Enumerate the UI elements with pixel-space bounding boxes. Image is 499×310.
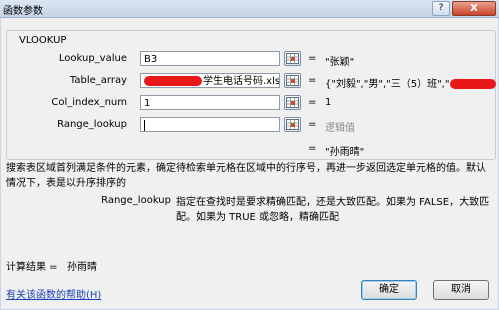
overall-result-value: "孙雨晴" [325, 147, 365, 158]
text-cursor [144, 119, 145, 131]
range-select-button-range-lookup[interactable] [284, 117, 301, 132]
overall-equals-sign: = [308, 143, 317, 154]
redaction-mark [450, 79, 497, 89]
range-select-icon [286, 119, 299, 130]
table-array-input[interactable]: 学生电话号码.xls [140, 73, 280, 88]
calc-result-label: 计算结果 = [6, 262, 58, 273]
table-array-result: {"刘毅","男","三（5）班"," [325, 75, 497, 90]
range-lookup-result: 逻辑值 [325, 123, 355, 134]
lookup-value-result: "张颖" [325, 57, 355, 68]
label-range-lookup: Range_lookup [57, 119, 127, 130]
redaction-mark [144, 76, 202, 86]
equals-sign: = [308, 75, 317, 86]
close-button[interactable]: X [452, 1, 496, 16]
argument-help-name: Range_lookup [101, 195, 171, 206]
table-array-input-text: 学生电话号码.xls [203, 76, 280, 87]
range-lookup-input[interactable] [140, 117, 280, 132]
argument-help-text: 指定在查找时是要求精确匹配，还是大致匹配。如果为 FALSE，大致匹配。如果为 … [176, 197, 490, 223]
range-select-button-table-array[interactable] [284, 73, 301, 88]
dialog-body: VLOOKUP Lookup_value B3 = "张颖" Table_arr… [1, 18, 498, 309]
label-lookup-value: Lookup_value [58, 53, 127, 64]
help-title-button[interactable]: ? [432, 1, 450, 16]
col-index-num-result: 1 [325, 97, 332, 108]
calc-result-value: 孙雨晴 [67, 262, 97, 273]
range-select-button-lookup-value[interactable] [284, 51, 301, 66]
cancel-button[interactable]: 取消 [433, 280, 489, 300]
function-help-link[interactable]: 有关该函数的帮助(H) [6, 286, 101, 301]
title-bar: 函数参数 ? X [0, 0, 499, 18]
table-array-result-text: {"刘毅","男","三（5）班"," [325, 79, 450, 90]
range-select-icon [286, 75, 299, 86]
function-name: VLOOKUP [17, 35, 69, 46]
equals-sign: = [308, 53, 317, 64]
range-select-icon [286, 97, 299, 108]
function-description: 搜索表区域首列满足条件的元素，确定待检索单元格在区域中的行序号，再进一步返回选定… [6, 163, 486, 189]
equals-sign: = [308, 97, 317, 108]
function-group-box: VLOOKUP Lookup_value B3 = "张颖" Table_arr… [6, 30, 497, 160]
ok-button[interactable]: 确定 [361, 280, 417, 300]
label-table-array: Table_array [69, 75, 127, 86]
window-title: 函数参数 [3, 6, 43, 17]
col-index-num-input[interactable]: 1 [140, 95, 280, 110]
range-select-button-col-index[interactable] [284, 95, 301, 110]
lookup-value-input[interactable]: B3 [140, 51, 280, 66]
range-select-icon [286, 53, 299, 64]
label-col-index-num: Col_index_num [51, 97, 127, 108]
equals-sign: = [308, 119, 317, 130]
